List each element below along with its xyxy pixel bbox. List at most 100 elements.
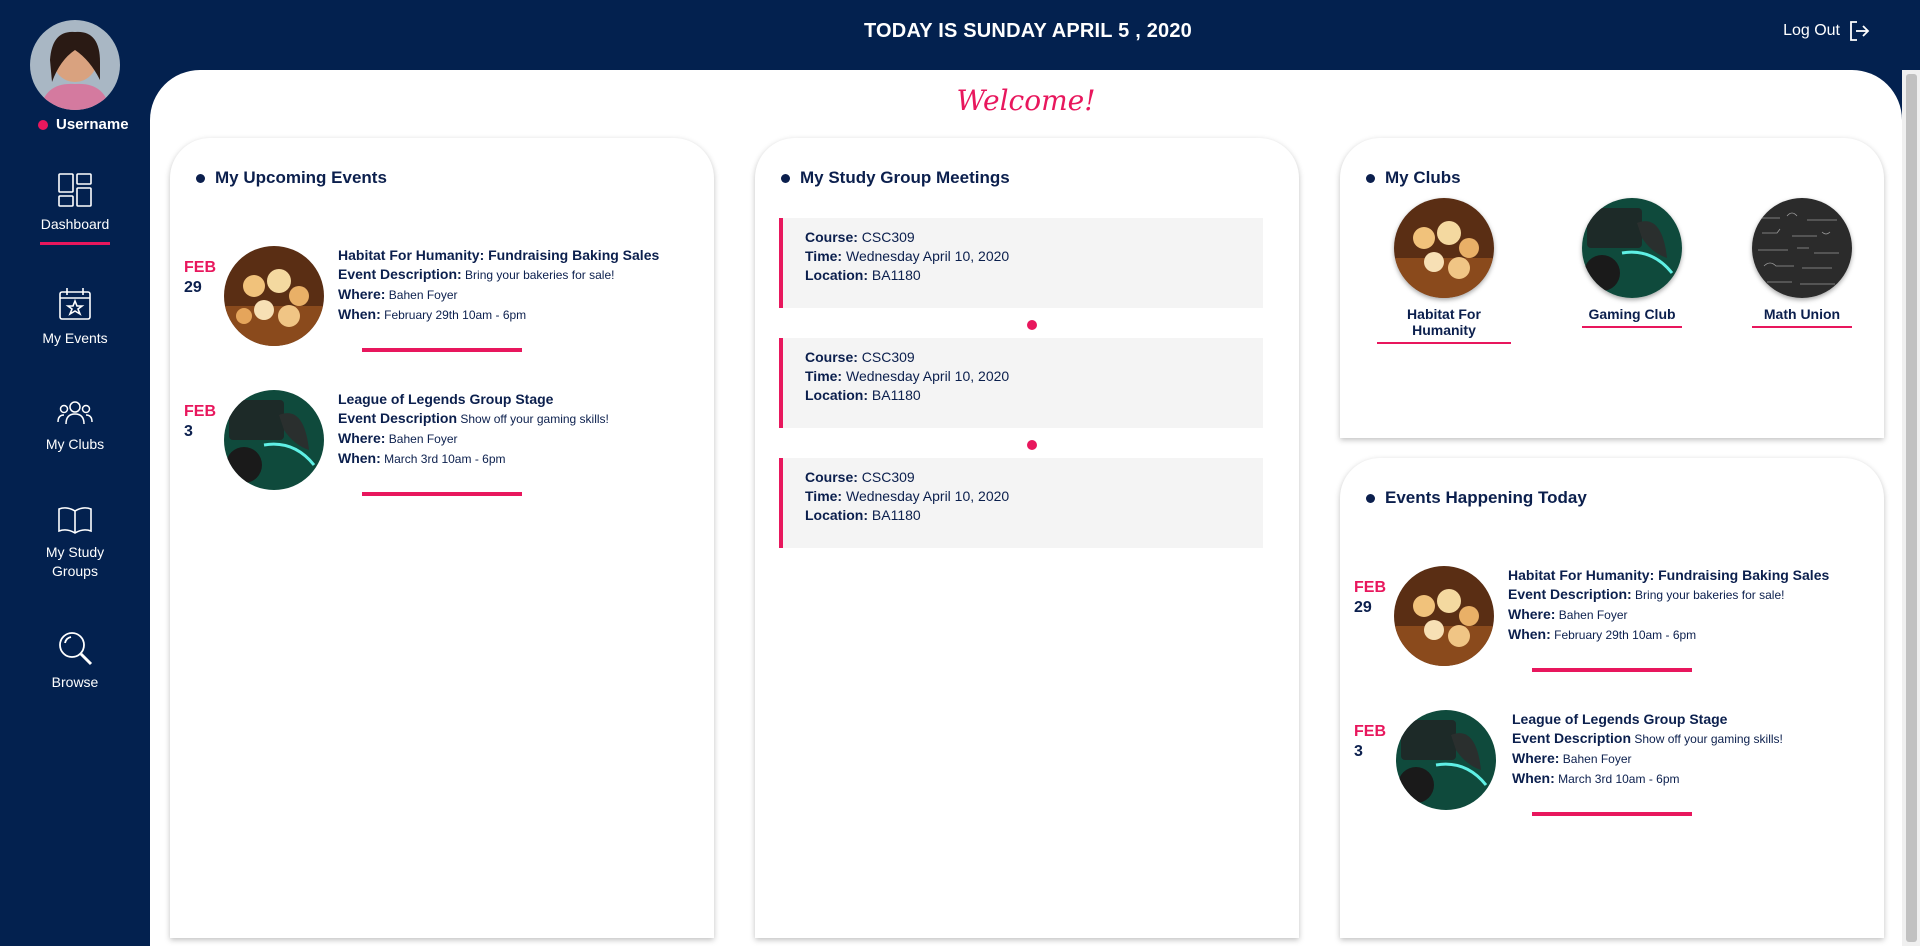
- meeting-time: Wednesday April 10, 2020: [845, 488, 1010, 504]
- event-day: 29: [184, 279, 202, 296]
- sidebar-item-my-study-groups[interactable]: My Study Groups: [0, 505, 150, 581]
- desc-label: Event Description: [338, 410, 458, 426]
- sidebar: Username Dashboard My Events My Clubs My…: [0, 0, 150, 946]
- event-description: Bring your bakeries for sale!: [1635, 588, 1785, 602]
- time-label: Time:: [805, 248, 843, 264]
- club-underline: [1582, 326, 1682, 328]
- card-title-text: My Study Group Meetings: [800, 168, 1010, 187]
- event-title: Habitat For Humanity: Fundraising Baking…: [1508, 567, 1830, 583]
- scrollbar[interactable]: [1902, 70, 1920, 946]
- sidebar-item-my-clubs[interactable]: My Clubs: [0, 398, 150, 452]
- meeting-course: CSC309: [861, 469, 915, 485]
- sidebar-item-label: My Study Groups: [45, 544, 105, 579]
- course-label: Course:: [805, 229, 858, 245]
- sidebar-item-browse[interactable]: Browse: [0, 630, 150, 690]
- sidebar-item-my-events[interactable]: My Events: [0, 286, 150, 346]
- event-details: League of Legends Group Stage Event Desc…: [338, 390, 698, 469]
- event-time: February 29th 10am - 6pm: [384, 308, 527, 322]
- time-label: Time:: [805, 488, 843, 504]
- avatar[interactable]: [30, 20, 120, 110]
- event-date: FEB 3: [184, 402, 216, 442]
- where-label: Where:: [1508, 606, 1556, 622]
- club-item[interactable]: Gaming Club: [1562, 198, 1702, 328]
- when-label: When:: [338, 450, 381, 466]
- event-image: [1396, 710, 1496, 810]
- event-date: FEB 3: [1354, 722, 1386, 762]
- club-item[interactable]: Habitat For Humanity: [1374, 198, 1514, 344]
- event-title: League of Legends Group Stage: [1512, 711, 1728, 727]
- event-location: Bahen Foyer: [388, 288, 458, 302]
- card-title-text: My Upcoming Events: [215, 168, 387, 187]
- event-image: [224, 246, 324, 346]
- meeting-card[interactable]: Course: CSC309 Time: Wednesday April 10,…: [779, 338, 1263, 428]
- event-day: 29: [1354, 599, 1372, 616]
- separator-dot: [1027, 440, 1037, 450]
- event-title: Habitat For Humanity: Fundraising Baking…: [338, 247, 660, 263]
- desc-label: Event Description:: [1508, 586, 1632, 602]
- club-name[interactable]: Math Union: [1732, 306, 1872, 322]
- event-date: FEB 29: [1354, 578, 1386, 618]
- status-dot: [38, 119, 48, 130]
- scrollbar-thumb[interactable]: [1906, 74, 1917, 942]
- my-clubs-card: My Clubs Habitat For Humanity Gaming Clu…: [1340, 138, 1884, 438]
- sidebar-item-dashboard[interactable]: Dashboard: [0, 172, 150, 245]
- sidebar-item-label: Browse: [51, 674, 99, 690]
- meeting-course: CSC309: [861, 349, 915, 365]
- event-location: Bahen Foyer: [388, 432, 458, 446]
- meeting-location: BA1180: [871, 267, 921, 283]
- event-divider: [362, 348, 522, 352]
- club-image: [1582, 198, 1682, 298]
- event-time: February 29th 10am - 6pm: [1554, 628, 1697, 642]
- logout-button[interactable]: Log Out: [1783, 20, 1870, 42]
- where-label: Where:: [338, 286, 386, 302]
- meeting-card[interactable]: Course: CSC309 Time: Wednesday April 10,…: [779, 218, 1263, 308]
- meeting-course: CSC309: [861, 229, 915, 245]
- welcome-heading: Welcome!: [956, 84, 1096, 117]
- event-description: Bring your bakeries for sale!: [465, 268, 615, 282]
- course-label: Course:: [805, 469, 858, 485]
- event-month: FEB: [1354, 723, 1386, 740]
- event-location: Bahen Foyer: [1558, 608, 1628, 622]
- sidebar-item-label: My Events: [42, 330, 108, 346]
- where-label: Where:: [338, 430, 386, 446]
- meeting-location: BA1180: [871, 507, 921, 523]
- meeting-time: Wednesday April 10, 2020: [845, 248, 1010, 264]
- club-item[interactable]: Math Union: [1732, 198, 1872, 328]
- event-image: [1394, 566, 1494, 666]
- sidebar-item-label: My Clubs: [45, 436, 105, 452]
- event-image: [224, 390, 324, 490]
- event-divider: [1532, 812, 1692, 816]
- course-label: Course:: [805, 349, 858, 365]
- bullet: [781, 173, 790, 183]
- username-text: Username: [56, 116, 129, 133]
- bullet: [196, 173, 205, 183]
- events-today-card: Events Happening Today FEB 29 Habitat Fo…: [1340, 458, 1884, 938]
- event-date: FEB 29: [184, 258, 216, 298]
- event-divider: [362, 492, 522, 496]
- desc-label: Event Description:: [338, 266, 462, 282]
- study-group-card: My Study Group Meetings Course: CSC309 T…: [755, 138, 1299, 938]
- when-label: When:: [1512, 770, 1555, 786]
- page-title: TODAY IS SUNDAY APRIL 5 , 2020: [864, 20, 1193, 42]
- club-name[interactable]: Gaming Club: [1562, 306, 1702, 322]
- when-label: When:: [1508, 626, 1551, 642]
- event-details: Habitat For Humanity: Fundraising Baking…: [1508, 566, 1868, 645]
- location-label: Location:: [805, 267, 868, 283]
- location-label: Location:: [805, 387, 868, 403]
- bullet: [1366, 493, 1375, 503]
- location-label: Location:: [805, 507, 868, 523]
- club-name[interactable]: Habitat For Humanity: [1374, 306, 1514, 338]
- event-day: 3: [1354, 743, 1363, 760]
- event-description: Show off your gaming skills!: [1634, 732, 1783, 746]
- calendar-star-icon: [59, 288, 91, 320]
- bullet: [1366, 173, 1375, 183]
- event-time: March 3rd 10am - 6pm: [1558, 772, 1680, 786]
- meeting-card[interactable]: Course: CSC309 Time: Wednesday April 10,…: [779, 458, 1263, 548]
- logout-label: Log Out: [1783, 22, 1840, 39]
- event-day: 3: [184, 423, 193, 440]
- club-image: [1394, 198, 1494, 298]
- card-title: My Clubs: [1366, 168, 1461, 188]
- event-divider: [1532, 668, 1692, 672]
- dashboard-icon: [58, 173, 92, 207]
- search-icon: [59, 632, 93, 666]
